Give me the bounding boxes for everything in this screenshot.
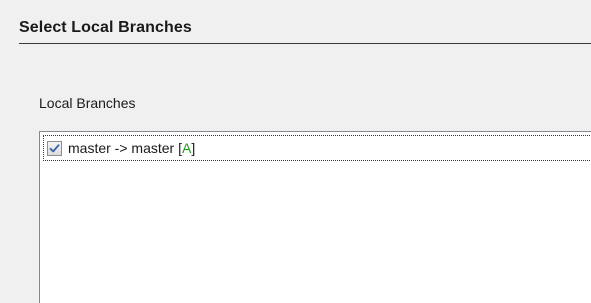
select-local-branches-page: Select Local Branches Local Branches mas…: [0, 0, 591, 303]
status-close-bracket: ]: [191, 140, 196, 156]
page-title: Select Local Branches: [19, 19, 192, 36]
check-icon: [49, 143, 60, 152]
title-divider: [19, 43, 591, 44]
branch-mapping-text: master -> master: [68, 140, 175, 156]
branch-checkbox[interactable]: [47, 140, 62, 156]
branch-label-row: master -> master [A]: [68, 140, 195, 156]
list-item-master[interactable]: master -> master [A]: [43, 135, 591, 161]
local-branches-label: Local Branches: [39, 95, 136, 111]
local-branches-list[interactable]: master -> master [A]: [39, 131, 591, 303]
status-badge: A: [181, 140, 192, 156]
